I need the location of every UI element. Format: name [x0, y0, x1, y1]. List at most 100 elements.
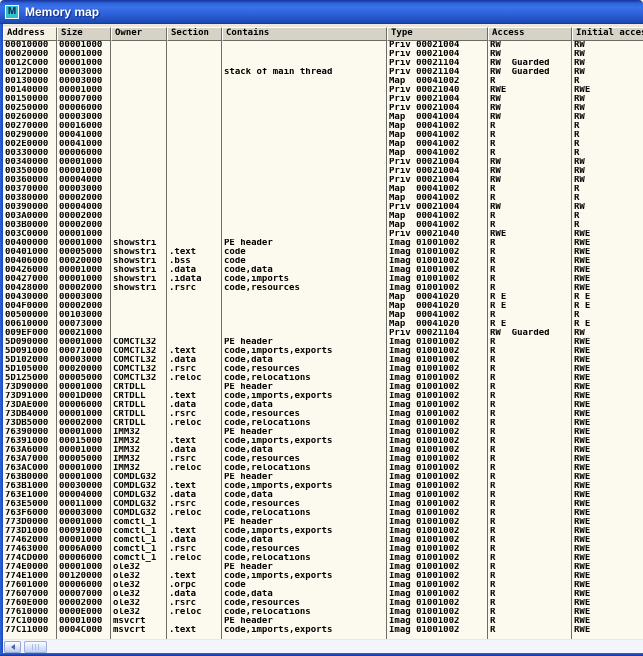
memory-map-row[interactable]: 763F600000003000COMDLG32.reloccode,reloc… [3, 509, 643, 518]
cell-size: 00004000 [57, 176, 111, 185]
horizontal-scrollbar[interactable] [3, 639, 643, 653]
column-header-size[interactable]: Size [57, 27, 111, 41]
memory-map-row[interactable]: 5D12500000005000COMCTL32.reloccode,reloc… [3, 374, 643, 383]
cell-owner [111, 140, 167, 149]
memory-map-row[interactable]: 0012C00000001000Priv 00021104RW GuardedR… [3, 59, 643, 68]
memory-map-row[interactable]: 763AC00000001000IMM32.reloccode,relocati… [3, 464, 643, 473]
cell-access: R [488, 374, 572, 383]
memory-map-row[interactable]: 0042800000002000showstri.rsrccode,resour… [3, 284, 643, 293]
column-header-initial-access[interactable]: Initial access [572, 27, 643, 41]
memory-map-row[interactable]: 73DB500000002000CRTDLL.reloccode,relocat… [3, 419, 643, 428]
memory-map-row[interactable]: 003C000000001000Priv 00021040RWERWE [3, 230, 643, 239]
memory-map-row[interactable]: 0038000000002000Map 00041002RR [3, 194, 643, 203]
cell-size: 00006000 [57, 401, 111, 410]
memory-map-table[interactable]: 0001000000001000Priv 00021004RWRW0002000… [3, 41, 643, 639]
cell-access: R [488, 185, 572, 194]
cell-type: Imag 01001002 [387, 599, 488, 608]
memory-map-row[interactable]: 773D000000001000comctl_1PE headerImag 01… [3, 518, 643, 527]
memory-map-row[interactable]: 0035000000001000Priv 00021004RWRW [3, 167, 643, 176]
memory-map-row[interactable]: 0061000000073000Map 00041020R ER E [3, 320, 643, 329]
scroll-left-button[interactable] [4, 641, 21, 653]
cell-section: .text [167, 392, 222, 401]
cell-address: 73DB5000 [3, 419, 57, 428]
memory-map-row[interactable]: 77C110000004C000msvcrt.textcode,imports,… [3, 626, 643, 635]
column-header-owner[interactable]: Owner [111, 27, 167, 41]
cell-owner [111, 131, 167, 140]
memory-map-row[interactable]: 774630000006A000comctl_1.rsrccode,resour… [3, 545, 643, 554]
memory-map-row[interactable]: 0042600000001000showstri.datacode,dataIm… [3, 266, 643, 275]
column-header-address[interactable]: Address [3, 27, 57, 41]
memory-map-row[interactable]: 7760700000007000ole32.datacode,dataImag … [3, 590, 643, 599]
memory-map-row[interactable]: 0002000000001000Priv 00021004RWRW [3, 50, 643, 59]
memory-map-row[interactable]: 003B000000002000Map 00041002RR [3, 221, 643, 230]
memory-map-row[interactable]: 0037000000003000Map 00041002RR [3, 185, 643, 194]
column-header-contains[interactable]: Contains [222, 27, 387, 41]
memory-map-row[interactable]: 7760E00000002000ole32.rsrccode,resources… [3, 599, 643, 608]
memory-map-row[interactable]: 5D09000000001000COMCTL32PE headerImag 01… [3, 338, 643, 347]
memory-map-row[interactable]: 5D10500000020000COMCTL32.rsrccode,resour… [3, 365, 643, 374]
memory-map-row[interactable]: 0001000000001000Priv 00021004RWRW [3, 41, 643, 50]
cell-section [167, 320, 222, 329]
memory-map-row[interactable]: 7760100000006000ole32.orpccodeImag 01001… [3, 581, 643, 590]
memory-map-row[interactable]: 763B100000030000COMDLG32.textcode,import… [3, 482, 643, 491]
cell-type: Imag 01001002 [387, 428, 488, 437]
memory-map-row[interactable]: 0014000000001000Priv 00021040RWERWE [3, 86, 643, 95]
column-header-type[interactable]: Type [387, 27, 488, 41]
memory-map-row[interactable]: 0043000000003000Map 00041020R ER E [3, 293, 643, 302]
cell-type: Priv 00021004 [387, 203, 488, 212]
memory-map-row[interactable]: 763E100000004000COMDLG32.datacode,dataIm… [3, 491, 643, 500]
memory-map-row[interactable]: 0027000000016000Map 00041002RR [3, 122, 643, 131]
memory-map-row[interactable]: 763E500000011000COMDLG32.rsrccode,resour… [3, 500, 643, 509]
memory-map-row[interactable]: 0034000000001000Priv 00021004RWRW [3, 158, 643, 167]
title-bar[interactable]: M Memory map [0, 0, 643, 24]
memory-map-row[interactable]: 0040600000020000showstri.bsscodeImag 010… [3, 257, 643, 266]
cell-owner [111, 77, 167, 86]
memory-map-row[interactable]: 0013000000003000Map 00041002RR [3, 77, 643, 86]
memory-map-row[interactable]: 004F000000002000Map 00041020R ER E [3, 302, 643, 311]
memory-map-row[interactable]: 77C1000000001000msvcrtPE headerImag 0100… [3, 617, 643, 626]
column-header-access[interactable]: Access [488, 27, 572, 41]
memory-map-row[interactable]: 7746200000001000comctl_1.datacode,dataIm… [3, 536, 643, 545]
memory-map-row[interactable]: 0040000000001000showstriPE headerImag 01… [3, 239, 643, 248]
memory-map-row[interactable]: 7639000000001000IMM32PE headerImag 01001… [3, 428, 643, 437]
memory-map-row[interactable]: 7639100000015000IMM32.textcode,imports,e… [3, 437, 643, 446]
memory-map-row[interactable]: 776100000000E000ole32.reloccode,relocati… [3, 608, 643, 617]
memory-map-row[interactable]: 5D09100000071000COMCTL32.textcode,import… [3, 347, 643, 356]
memory-map-row[interactable]: 774CD00000006000comctl_1.reloccode,reloc… [3, 554, 643, 563]
memory-map-row[interactable]: 0029000000041000Map 00041002RR [3, 131, 643, 140]
memory-map-row[interactable]: 0039000000004000Priv 00021004RWRW [3, 203, 643, 212]
cell-size: 00001000 [57, 266, 111, 275]
memory-map-row[interactable]: 0015000000007000Priv 00021004RWRW [3, 95, 643, 104]
memory-map-row[interactable]: 73D9000000001000CRTDLLPE headerImag 0100… [3, 383, 643, 392]
memory-map-row[interactable]: 73D910000001D000CRTDLL.textcode,imports,… [3, 392, 643, 401]
memory-map-row[interactable]: 0050000000103000Map 00041002RR [3, 311, 643, 320]
memory-map-row[interactable]: 0012D00000003000stack of main threadPriv… [3, 68, 643, 77]
cell-access: R [488, 482, 572, 491]
window-title: Memory map [25, 5, 99, 19]
memory-map-row[interactable]: 774E000000001000ole32PE headerImag 01001… [3, 563, 643, 572]
memory-map-row[interactable]: 009EF00000021000Priv 00021104RW GuardedR… [3, 329, 643, 338]
memory-map-row[interactable]: 0036000000004000Priv 00021004RWRW [3, 176, 643, 185]
column-header-section[interactable]: Section [167, 27, 222, 41]
scroll-thumb[interactable] [24, 641, 47, 653]
cell-section [167, 185, 222, 194]
memory-map-row[interactable]: 774E100000120000ole32.textcode,imports,e… [3, 572, 643, 581]
memory-map-row[interactable]: 5D10200000003000COMCTL32.datacode,dataIm… [3, 356, 643, 365]
cell-contains: code,relocations [222, 509, 387, 518]
memory-map-row[interactable]: 773D100000091000comctl_1.textcode,import… [3, 527, 643, 536]
memory-map-row[interactable]: 0040100000005000showstri.textcodeImag 01… [3, 248, 643, 257]
memory-map-row[interactable]: 763A700000005000IMM32.rsrccode,resources… [3, 455, 643, 464]
memory-map-row[interactable]: 763B000000001000COMDLG32PE headerImag 01… [3, 473, 643, 482]
memory-map-row[interactable]: 003A000000002000Map 00041002RR [3, 212, 643, 221]
memory-map-row[interactable]: 0033000000006000Map 00041002RR [3, 149, 643, 158]
memory-map-row[interactable]: 0042700000001000showstri.idatacode,impor… [3, 275, 643, 284]
memory-map-row[interactable]: 73DB400000001000CRTDLL.rsrccode,resource… [3, 410, 643, 419]
memory-map-row[interactable]: 0026000000003000Map 00041004RWRW [3, 113, 643, 122]
memory-map-row[interactable]: 763A600000001000IMM32.datacode,dataImag … [3, 446, 643, 455]
cell-initial-access: R [572, 194, 643, 203]
memory-map-row[interactable]: 73DAE00000006000CRTDLL.datacode,dataImag… [3, 401, 643, 410]
memory-map-row[interactable]: 002E000000041000Map 00041002RR [3, 140, 643, 149]
memory-map-row[interactable]: 0025000000006000Priv 00021004RWRW [3, 104, 643, 113]
cell-owner: CRTDLL [111, 419, 167, 428]
cell-size: 00011000 [57, 500, 111, 509]
